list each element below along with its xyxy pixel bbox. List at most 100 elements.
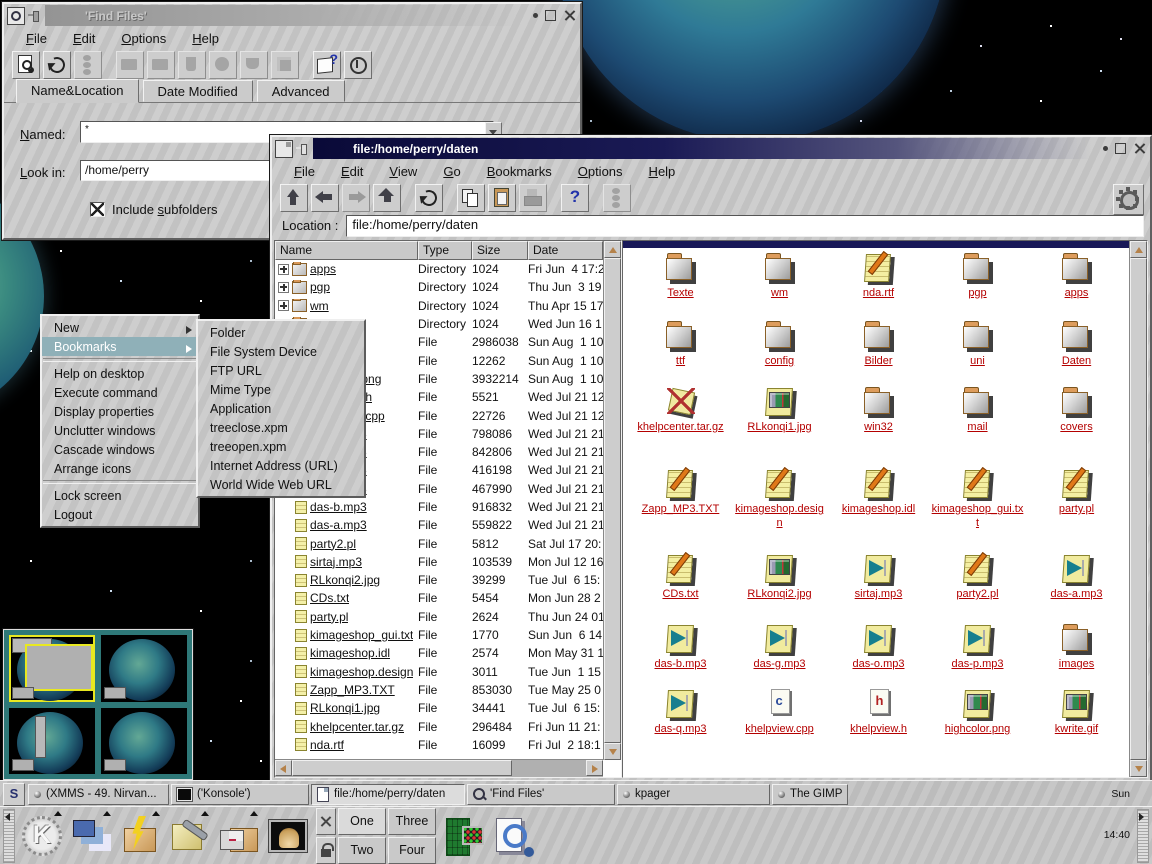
file-icon-label[interactable]: RLkonqi2.jpg xyxy=(747,588,811,602)
taskbar-task[interactable]: ('Konsole') xyxy=(171,784,309,805)
panel-launcher[interactable] xyxy=(18,811,66,861)
menubar-item[interactable]: File xyxy=(282,162,327,181)
submenu-item[interactable]: treeclose.xpm xyxy=(198,418,364,437)
tab[interactable]: Name&Location xyxy=(16,79,139,103)
file-icon-label[interactable]: kimageshop.idl xyxy=(842,503,915,517)
menubar-item[interactable]: File xyxy=(14,29,59,48)
file-icon-label[interactable]: nda.rtf xyxy=(863,287,894,301)
icon-view-item[interactable]: das-p.mp3 xyxy=(928,622,1027,687)
icon-view-item[interactable]: kwrite.gif xyxy=(1027,687,1126,767)
toolbar-button[interactable] xyxy=(178,51,206,79)
column-header[interactable]: Type xyxy=(418,241,472,260)
file-icon-label[interactable]: das-p.mp3 xyxy=(952,658,1004,672)
icon-view-item[interactable]: kimageshop.idl xyxy=(829,467,928,552)
file-icon-label[interactable]: party2.pl xyxy=(956,588,998,602)
menubar-item[interactable]: Help xyxy=(180,29,231,48)
file-icon-label[interactable]: party.pl xyxy=(1059,503,1094,517)
submenu-item[interactable]: Folder xyxy=(198,323,364,342)
menu-item[interactable]: Bookmarks xyxy=(42,337,198,356)
icon-view-item[interactable]: das-b.mp3 xyxy=(631,622,730,687)
panel-launcher[interactable] xyxy=(263,811,311,861)
file-name-link[interactable]: RLkonqi1.jpg xyxy=(310,701,380,715)
toolbar-button[interactable] xyxy=(43,51,71,79)
file-name-link[interactable]: party.pl xyxy=(310,610,348,624)
menu-item[interactable] xyxy=(43,480,197,484)
maximize-button[interactable] xyxy=(545,10,556,21)
icon-view-item[interactable]: khelpview.h xyxy=(829,687,928,767)
file-icon-label[interactable]: ttf xyxy=(676,355,685,369)
icon-view-scrollbar[interactable] xyxy=(1129,241,1147,777)
icon-view-item[interactable]: das-g.mp3 xyxy=(730,622,829,687)
desktop-button-one[interactable]: One xyxy=(338,808,386,835)
icon-view-item[interactable]: covers xyxy=(1027,385,1126,467)
file-icon-label[interactable]: sirtaj.mp3 xyxy=(855,588,903,602)
icon-view-item[interactable]: kimageshop.design xyxy=(730,467,829,552)
file-name-link[interactable]: kimageshop.design xyxy=(310,665,413,679)
file-icon-label[interactable]: mail xyxy=(967,421,987,435)
icon-view-item[interactable]: apps xyxy=(1027,251,1126,319)
icon-view-item[interactable]: party2.pl xyxy=(928,552,1027,622)
icon-view-item[interactable]: Bilder xyxy=(829,319,928,385)
lock-icon[interactable] xyxy=(316,837,336,864)
file-icon-label[interactable]: pgp xyxy=(968,287,986,301)
file-icon-label[interactable]: config xyxy=(765,355,794,369)
file-name-link[interactable]: kimageshop_gui.txt xyxy=(310,628,413,642)
file-icon-label[interactable]: khelpview.cpp xyxy=(745,723,814,737)
toolbar-button[interactable] xyxy=(561,184,589,212)
icon-view-item[interactable]: config xyxy=(730,319,829,385)
file-icon-label[interactable]: Bilder xyxy=(864,355,892,369)
menu-item[interactable]: Lock screen xyxy=(42,486,198,505)
file-name-link[interactable]: apps xyxy=(310,262,336,276)
toolbar-button[interactable] xyxy=(311,184,339,212)
minimize-button[interactable] xyxy=(1103,146,1108,151)
panel-clock[interactable]: Sun 14:40 Aug 01 xyxy=(1097,761,1130,864)
toolbar-button[interactable] xyxy=(603,184,631,212)
table-row[interactable]: kimageshop_gui.txt File 1770 Sun Jun 6 1… xyxy=(275,626,603,644)
file-name-link[interactable]: Zapp_MP3.TXT xyxy=(310,683,395,697)
toolbar-button[interactable] xyxy=(457,184,485,212)
tree-vertical-scrollbar[interactable] xyxy=(603,241,621,760)
pager-desktop-3[interactable] xyxy=(101,635,187,702)
table-row[interactable]: RLkonqi2.jpg File 39299 Tue Jul 6 15: xyxy=(275,571,603,589)
panel-launcher[interactable] xyxy=(165,811,213,861)
column-header[interactable]: Size xyxy=(472,241,528,260)
icon-view-item[interactable]: kimageshop_gui.txt xyxy=(928,467,1027,552)
icon-view-item[interactable]: wm xyxy=(730,251,829,319)
table-row[interactable]: apps Directory 1024 Fri Jun 4 17:2 xyxy=(275,260,603,278)
include-subfolders-label[interactable]: Include subfolders xyxy=(112,202,218,217)
file-name-link[interactable]: khelpcenter.tar.gz xyxy=(310,720,404,734)
table-row[interactable]: das-b.mp3 File 916832 Wed Jul 21 21 xyxy=(275,498,603,516)
icon-view-item[interactable]: win32 xyxy=(829,385,928,467)
file-icon-label[interactable]: Daten xyxy=(1062,355,1091,369)
toolbar-button[interactable] xyxy=(147,51,175,79)
desktop-button-three[interactable]: Three xyxy=(388,808,436,835)
menubar-item[interactable]: Bookmarks xyxy=(475,162,564,181)
toolbar-button[interactable] xyxy=(116,51,144,79)
file-name-link[interactable]: das-b.mp3 xyxy=(310,500,367,514)
minimize-button[interactable] xyxy=(533,13,538,18)
pager-desktop-1[interactable] xyxy=(9,635,95,702)
mini-window[interactable] xyxy=(35,716,46,758)
toolbar-button[interactable] xyxy=(74,51,102,79)
file-icon-label[interactable]: RLkonqi1.jpg xyxy=(747,421,811,435)
table-row[interactable]: nda.rtf File 16099 Fri Jul 2 18:1 xyxy=(275,736,603,754)
tree-horizontal-scrollbar[interactable] xyxy=(275,759,603,777)
expander-icon[interactable] xyxy=(278,300,289,311)
table-row[interactable]: das-a.mp3 File 559822 Wed Jul 21 21 xyxy=(275,516,603,534)
icon-view-item[interactable]: khelpview.cpp xyxy=(730,687,829,767)
scrollbar-thumb[interactable] xyxy=(1130,258,1147,760)
toolbar-button[interactable] xyxy=(240,51,268,79)
panel-launcher[interactable] xyxy=(116,811,164,861)
pager-desktop-4[interactable] xyxy=(101,708,187,775)
icon-view-item[interactable]: sirtaj.mp3 xyxy=(829,552,928,622)
table-row[interactable]: party.pl File 2624 Thu Jun 24 01 xyxy=(275,608,603,626)
file-name-link[interactable]: CDs.txt xyxy=(310,591,349,605)
menubar-item[interactable]: Go xyxy=(431,162,472,181)
magnifier-document-icon[interactable] xyxy=(7,7,25,25)
table-row[interactable]: kimageshop.idl File 2574 Mon May 31 1 xyxy=(275,644,603,662)
icon-view-item[interactable]: mail xyxy=(928,385,1027,467)
file-icon-label[interactable]: CDs.txt xyxy=(662,588,698,602)
menu-item[interactable]: Logout xyxy=(42,505,198,524)
file-name-link[interactable]: kimageshop.idl xyxy=(310,646,390,660)
table-row[interactable]: khelpcenter.tar.gz File 296484 Fri Jun 1… xyxy=(275,717,603,735)
